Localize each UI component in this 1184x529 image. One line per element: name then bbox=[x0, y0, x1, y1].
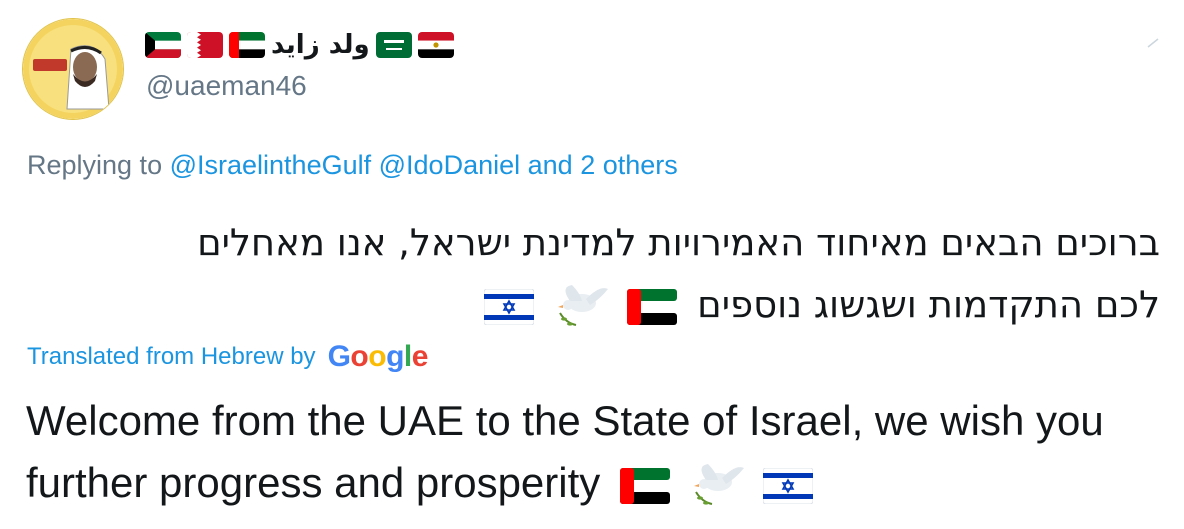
english-line-2: further progress and prosperity bbox=[26, 459, 601, 506]
google-letter-e: e bbox=[411, 340, 429, 373]
google-logo: Google bbox=[327, 340, 429, 374]
translation-attribution[interactable]: Translated from Hebrew by Google bbox=[27, 340, 428, 374]
uae-flag-emoji bbox=[627, 288, 678, 325]
tweet-text-original: ברוכים הבאים מאיחוד האמירויות למדינת ישר… bbox=[20, 212, 1160, 336]
translated-label[interactable]: Translated from Hebrew by bbox=[27, 343, 316, 371]
google-letter-g2: g bbox=[386, 340, 404, 373]
reply-prefix: Replying to bbox=[27, 150, 163, 180]
egypt-flag-icon bbox=[417, 32, 454, 58]
avatar[interactable] bbox=[22, 18, 124, 120]
avatar-image bbox=[23, 19, 123, 119]
english-line-2-row: further progress and prosperity bbox=[26, 452, 1166, 514]
dove-icon bbox=[552, 283, 610, 331]
mention-idodaniel[interactable]: @IdoDaniel bbox=[379, 150, 521, 180]
google-letter-l: l bbox=[403, 340, 412, 373]
saudi-flag-icon bbox=[375, 32, 412, 58]
tweet-card[interactable]: ولد زايد @uaeman46 Replying to @Israelin… bbox=[0, 0, 1184, 529]
uae-flag-icon bbox=[229, 32, 265, 58]
israel-flag-emoji bbox=[483, 288, 534, 325]
user-handle[interactable]: @uaeman46 bbox=[146, 70, 307, 102]
replying-to: Replying to @IsraelintheGulf @IdoDaniel … bbox=[27, 150, 678, 181]
hebrew-line-1: ברוכים הבאים מאיחוד האמירויות למדינת ישר… bbox=[197, 221, 1160, 264]
dove-icon-2 bbox=[688, 462, 746, 510]
google-letter-o1: o bbox=[350, 340, 369, 373]
israel-flag-emoji-2 bbox=[763, 467, 814, 504]
hebrew-line-2-row: לכם התקדמות ושגשוג נוספים bbox=[20, 274, 1160, 336]
author-name-row[interactable]: ولد زايد bbox=[145, 28, 454, 62]
chevron-down-icon[interactable] bbox=[1144, 34, 1162, 52]
google-letter-o2: o bbox=[368, 340, 387, 373]
kuwait-flag-icon bbox=[145, 32, 181, 58]
uae-flag-emoji-2 bbox=[619, 467, 670, 504]
hebrew-line-2: לכם התקדמות ושגשוג נוספים bbox=[697, 283, 1160, 326]
mention-israelinthegulf[interactable]: @IsraelintheGulf bbox=[170, 150, 372, 180]
bahrain-flag-icon bbox=[187, 32, 223, 58]
display-name[interactable]: ولد زايد bbox=[271, 30, 370, 60]
english-line-1: Welcome from the UAE to the State of Isr… bbox=[26, 397, 1104, 444]
reply-others-link[interactable]: and 2 others bbox=[528, 150, 678, 180]
tweet-text-translated: Welcome from the UAE to the State of Isr… bbox=[26, 390, 1166, 514]
google-letter-g: G bbox=[327, 340, 351, 373]
